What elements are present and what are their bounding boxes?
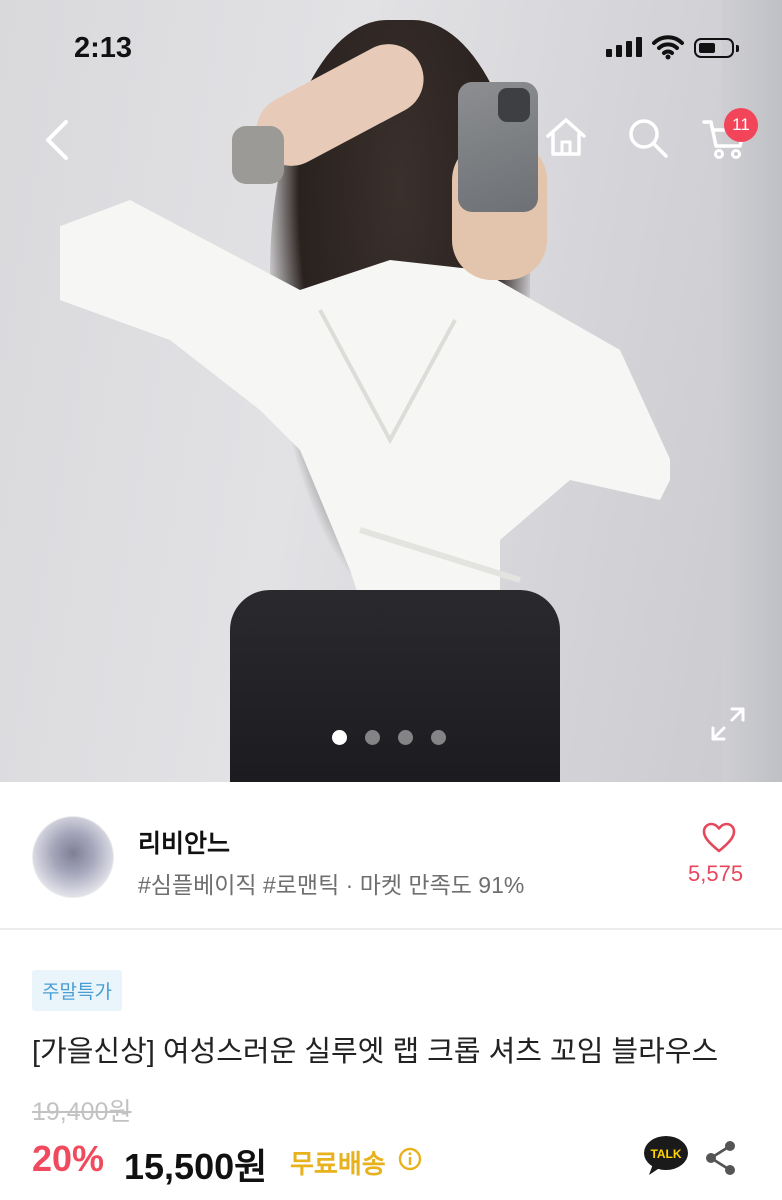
- store-tags: #심플베이직 #로맨틱 · 마켓 만족도 91%: [138, 872, 525, 898]
- wifi-icon: [652, 35, 684, 60]
- carousel-dot[interactable]: [398, 730, 413, 745]
- search-icon[interactable]: [626, 116, 670, 160]
- likes-count: 5,575: [688, 861, 744, 886]
- talk-label: TALK: [650, 1147, 681, 1161]
- watch-shape: [232, 126, 284, 184]
- store-avatar[interactable]: [32, 816, 114, 898]
- phone-shape: [458, 82, 538, 212]
- original-price: 19,400원: [32, 1098, 132, 1126]
- back-icon[interactable]: [40, 118, 74, 162]
- carousel-dot[interactable]: [431, 730, 446, 745]
- heart-icon[interactable]: [702, 822, 736, 854]
- share-icon[interactable]: [704, 1140, 738, 1176]
- info-icon[interactable]: [398, 1147, 422, 1171]
- home-icon[interactable]: [544, 114, 588, 158]
- battery-icon: [694, 38, 739, 58]
- store-info[interactable]: 리비안느 #심플베이직 #로맨틱 · 마켓 만족도 91% 5,575: [0, 782, 782, 930]
- status-bar: 2:13: [0, 0, 782, 100]
- free-shipping-label: 무료배송: [290, 1149, 386, 1179]
- carousel-dot[interactable]: [365, 730, 380, 745]
- expand-icon[interactable]: [710, 706, 746, 742]
- jeans-shape: [230, 590, 560, 782]
- status-time: 2:13: [74, 32, 133, 64]
- store-name[interactable]: 리비안느: [138, 824, 230, 860]
- sale-price: 15,500원: [124, 1146, 268, 1187]
- cart-count-badge: 11: [724, 108, 758, 142]
- discount-rate: 20%: [32, 1138, 105, 1179]
- product-title: [가을신상] 여성스러운 실루엣 랩 크롭 셔츠 꼬임 블라우스: [32, 1036, 719, 1068]
- carousel-dot[interactable]: [332, 730, 347, 745]
- kakao-talk-icon[interactable]: TALK: [643, 1135, 689, 1177]
- shirt-shape: [60, 200, 670, 600]
- sale-badge: 주말특가: [32, 970, 122, 1011]
- carousel-indicator[interactable]: [332, 730, 446, 745]
- product-image[interactable]: 2:13 11: [0, 0, 782, 782]
- cellular-icon: [606, 37, 642, 57]
